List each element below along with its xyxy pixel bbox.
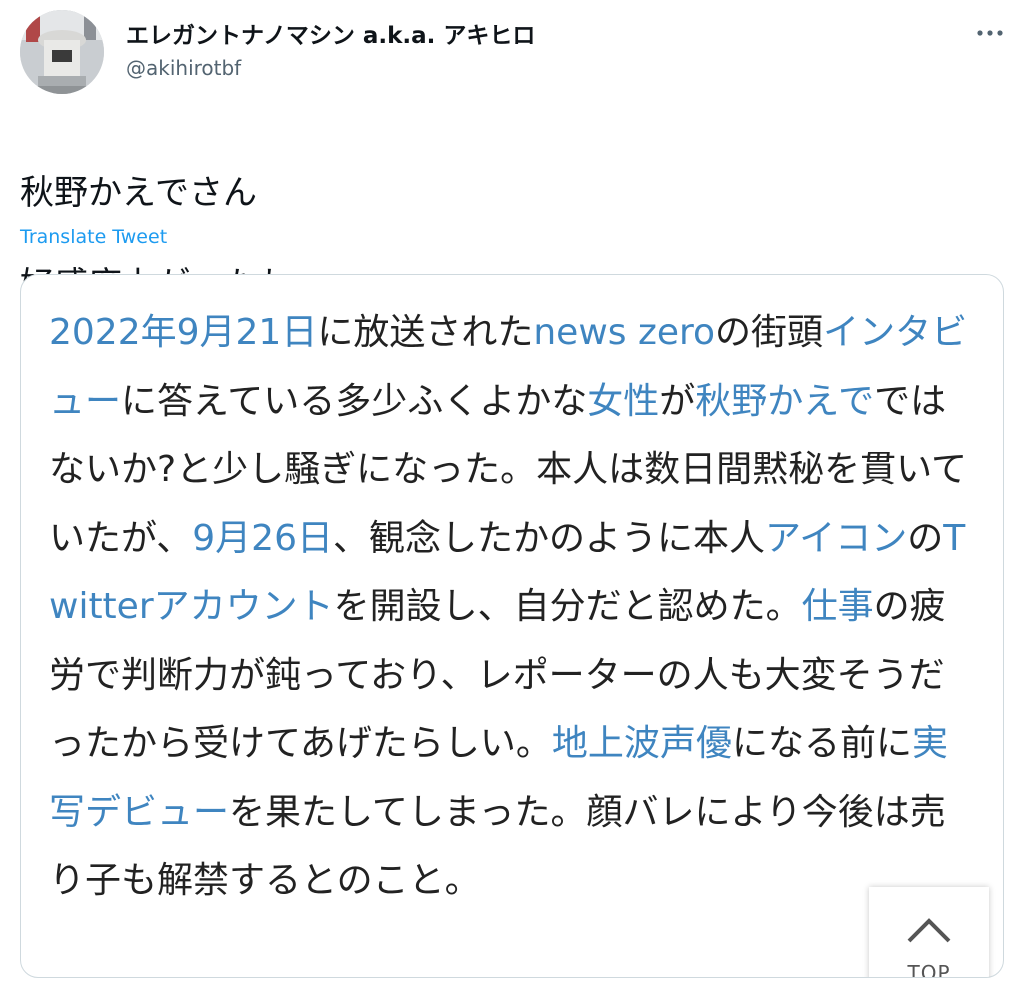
inline-text: に答えている多少ふくよかな <box>121 380 588 422</box>
inline-link[interactable]: 地上波 <box>552 723 660 764</box>
inline-link[interactable]: 9月26日 <box>192 518 333 559</box>
top-label: TOP <box>907 961 951 978</box>
inline-link[interactable]: 声優 <box>660 723 732 764</box>
avatar[interactable] <box>20 10 104 94</box>
inline-text: を開設し、自分だと認めた。 <box>333 586 802 627</box>
inline-link[interactable]: 2022年9月21日 <box>49 312 317 353</box>
inline-text: の <box>907 517 944 559</box>
embedded-image-card[interactable]: 2022年9月21日に放送されたnews zeroの街頭インタビューに答えている… <box>20 274 1004 978</box>
more-options-icon[interactable] <box>970 18 1010 48</box>
inline-link[interactable]: news zero <box>533 312 715 353</box>
inline-text: の街頭 <box>715 312 824 353</box>
statue-photo-avatar <box>20 10 104 94</box>
translate-tweet-link[interactable]: Translate Tweet <box>20 226 167 248</box>
inline-link[interactable]: アイコン <box>765 518 907 559</box>
inline-text: になる前に <box>731 723 912 764</box>
display-name[interactable]: エレガントナノマシン a.k.a. アキヒロ <box>126 16 535 50</box>
inline-text: に放送された <box>317 312 534 353</box>
article-excerpt: 2022年9月21日に放送されたnews zeroの街頭インタビューに答えている… <box>49 299 979 916</box>
inline-link[interactable]: 女性 <box>587 381 659 422</box>
tweet-line: 秋野かえでさん <box>20 173 257 213</box>
inline-link[interactable]: 秋野かえで <box>695 381 874 422</box>
scroll-to-top-button[interactable]: TOP <box>869 887 989 978</box>
inline-text: が <box>659 380 696 422</box>
user-handle[interactable]: @akihirotbf <box>126 56 241 80</box>
chevron-up-icon <box>907 918 951 943</box>
inline-text: 、観念したかのように本人 <box>333 517 766 559</box>
inline-link[interactable]: 仕事 <box>802 586 874 627</box>
